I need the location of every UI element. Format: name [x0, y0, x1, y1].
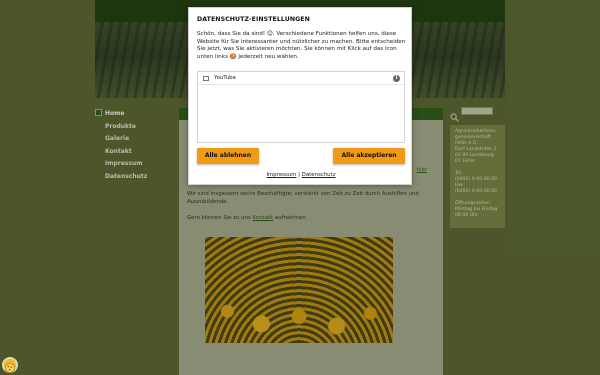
services-list: YouTube i	[197, 71, 405, 143]
info-icon[interactable]: i	[393, 75, 400, 82]
dialog-footer-links: Impressum | Datenschutz	[189, 172, 413, 178]
accept-all-button[interactable]: Alle akzeptieren	[333, 148, 405, 164]
cookie-settings-button[interactable]	[2, 357, 18, 373]
datenschutz-link[interactable]: Datenschutz	[302, 172, 336, 178]
dialog-title: DATENSCHUTZ-EINSTELLUNGEN	[197, 16, 310, 23]
privacy-settings-dialog: DATENSCHUTZ-EINSTELLUNGEN Schön, dass Si…	[188, 7, 412, 185]
reject-all-button[interactable]: Alle ablehnen	[197, 148, 259, 164]
cookie-icon	[5, 363, 15, 373]
impressum-link[interactable]: Impressum	[266, 172, 296, 178]
youtube-checkbox[interactable]	[203, 75, 209, 81]
dialog-description: Schön, dass Sie da sind! 😊. Verschiedene…	[197, 31, 406, 60]
service-label: YouTube	[214, 75, 236, 81]
service-row-youtube: YouTube i	[198, 72, 404, 85]
